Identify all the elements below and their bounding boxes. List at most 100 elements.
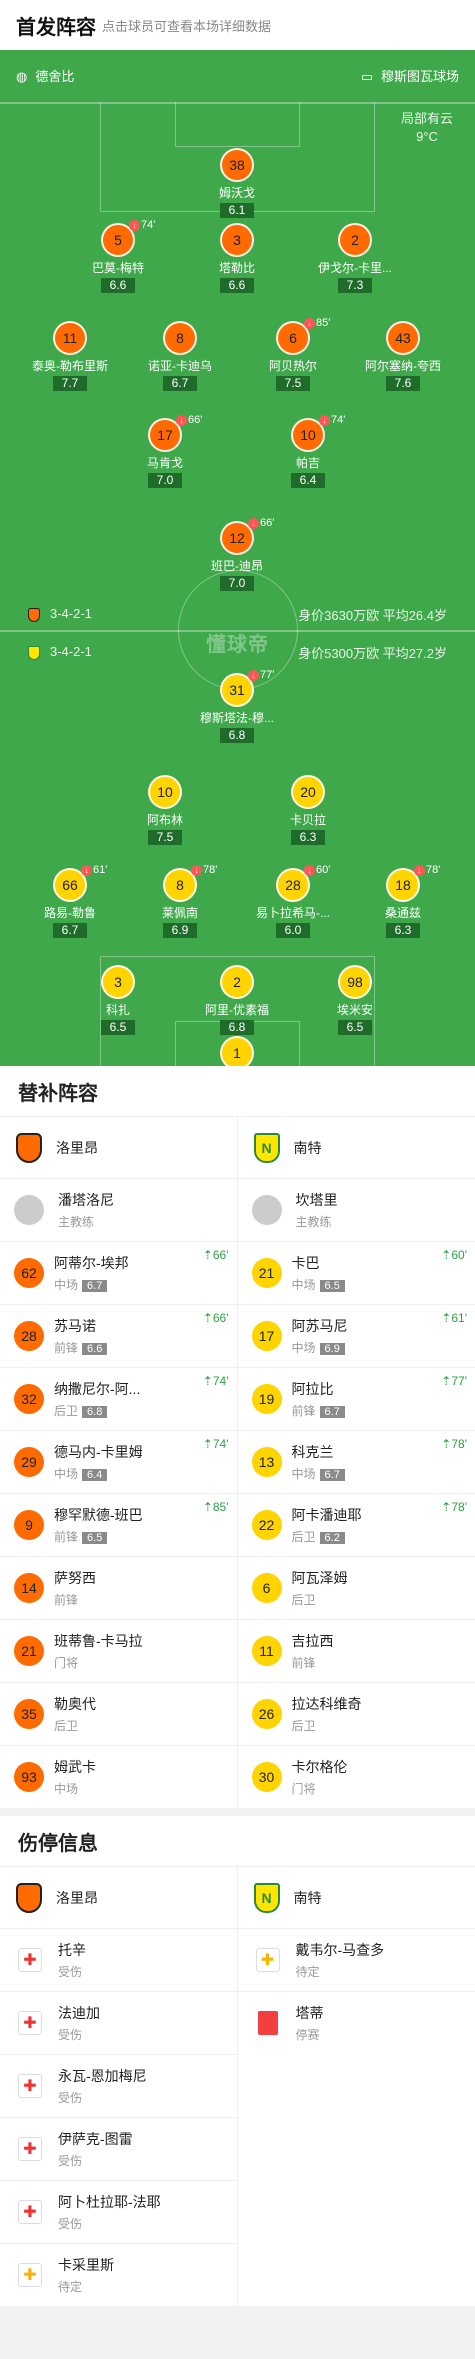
sub-player-row[interactable]: 14 萨努西 前锋 bbox=[0, 1556, 237, 1619]
pitch: ◍ 德舍比 ▭ 穆斯图瓦球场 局部有云 9°C 3-4-2-1 身价3630万欧 平… bbox=[0, 50, 475, 1066]
sub-player-row[interactable]: 11 吉拉西 前锋 bbox=[237, 1619, 475, 1682]
player-rating: 7.3 bbox=[338, 278, 372, 293]
player-name: 戴韦尔-马查多 bbox=[295, 1942, 385, 1958]
home-player[interactable]: 43 阿尔塞纳-夸西 7.6 bbox=[348, 321, 458, 392]
player-name: 帕吉 bbox=[295, 456, 320, 470]
stadium-label: 穆斯图瓦球场 bbox=[380, 68, 459, 84]
sub-player-row[interactable]: 13 科克兰 中场 6.7 ⇡78' bbox=[237, 1430, 475, 1493]
injury-row[interactable]: ✚ 永瓦-恩加梅尼 受伤 bbox=[0, 2054, 237, 2117]
player-rating: 7.5 bbox=[276, 376, 310, 391]
sub-in-event: ⇡85' bbox=[202, 1500, 229, 1514]
player-rating: 6.1 bbox=[220, 203, 254, 218]
jersey-number: 14 bbox=[14, 1573, 44, 1603]
sub-player-row[interactable]: 19 阿拉比 前锋 6.7 ⇡77' bbox=[237, 1367, 475, 1430]
sub-player-row[interactable]: 62 阿蒂尔-埃邦 中场 6.7 ⇡66' bbox=[0, 1241, 237, 1304]
player-name: 莱佩南 bbox=[161, 906, 198, 920]
sub-player-row[interactable]: 93 姆武卡 中场 bbox=[0, 1745, 237, 1808]
jersey-number: 21 bbox=[14, 1636, 44, 1666]
injury-row[interactable]: ✚ 托辛 受伤 bbox=[0, 1928, 237, 1991]
player-name: 科扎 bbox=[105, 1003, 130, 1017]
player-position: 后卫 bbox=[54, 1719, 79, 1733]
away-player[interactable]: 28 易卜拉希马-... 6.0 ↓ 60' bbox=[238, 864, 348, 939]
player-rating: 7.6 bbox=[386, 376, 420, 391]
avatar bbox=[251, 1195, 282, 1225]
home-player[interactable]: 17 马肯戈 7.0 ↓ 66' bbox=[110, 414, 220, 489]
injury-row[interactable]: 塔蒂 停赛 bbox=[237, 1991, 475, 2054]
subs-title: 替补阵容 bbox=[0, 1066, 475, 1116]
home-player[interactable]: 8 诺亚-卡迪乌 6.7 bbox=[125, 321, 235, 392]
home-coach[interactable]: 潘塔洛尼 主教练 bbox=[0, 1178, 237, 1241]
sub-player-row[interactable]: 9 穆罕默德-班巴 前锋 6.5 ⇡85' bbox=[0, 1493, 237, 1556]
injury-row[interactable]: ✚ 卡采里斯 待定 bbox=[0, 2243, 237, 2306]
home-player[interactable]: 12 班巴-迪昂 7.0 ↓ 66' bbox=[182, 517, 292, 592]
home-player[interactable]: 11 泰奥-勒布里斯 7.7 bbox=[15, 321, 125, 392]
coach-name: 潘塔洛尼 bbox=[58, 1192, 114, 1208]
sub-player-row[interactable]: 21 卡巴 中场 6.5 ⇡60' bbox=[237, 1241, 475, 1304]
player-rating: 6.5 bbox=[338, 1020, 372, 1035]
away-player[interactable]: 3 科扎 6.5 bbox=[63, 965, 173, 1036]
player-name: 埃米安 bbox=[336, 1003, 373, 1017]
player-name: 纳撒尼尔-阿... bbox=[54, 1381, 141, 1397]
home-player[interactable]: 38 姆沃戈 6.1 bbox=[182, 148, 292, 219]
sub-player-row[interactable]: 32 纳撒尼尔-阿... 后卫 6.8 ⇡74' bbox=[0, 1367, 237, 1430]
home-player[interactable]: 10 帕吉 6.4 ↓ 74' bbox=[253, 414, 363, 489]
sub-player-row[interactable]: 26 拉达科维奇 后卫 bbox=[237, 1682, 475, 1745]
home-formation: 3-4-2-1 bbox=[50, 606, 92, 622]
player-rating: 6.5 bbox=[319, 1280, 345, 1292]
away-player[interactable]: 1安东尼-洛佩斯6.1 bbox=[182, 1036, 292, 1066]
injury-row[interactable]: ✚ 戴韦尔-马查多 待定 bbox=[237, 1928, 475, 1991]
team-name: 南特 bbox=[293, 1889, 322, 1906]
sub-player-row[interactable]: 22 阿卡潘迪耶 后卫 6.2 ⇡78' bbox=[237, 1493, 475, 1556]
player-rating: 6.9 bbox=[319, 1343, 345, 1355]
away-player[interactable]: 18 桑通兹 6.3 ↓ 78' bbox=[348, 864, 458, 939]
home-value: 身价3630万欧 平均26.4岁 bbox=[298, 607, 447, 623]
player-name: 桑通兹 bbox=[384, 906, 421, 920]
player-name: 塔勒比 bbox=[218, 261, 255, 275]
away-player[interactable]: 98 埃米安 6.5 bbox=[300, 965, 410, 1036]
sub-player-row[interactable]: 35 勒奥代 后卫 bbox=[0, 1682, 237, 1745]
sub-player-row[interactable]: 28 苏马诺 前锋 6.6 ⇡66' bbox=[0, 1304, 237, 1367]
away-player[interactable]: 10 阿布林 7.5 bbox=[110, 775, 220, 846]
injury-status: 待定 bbox=[58, 2280, 83, 2294]
player-rating: 6.4 bbox=[291, 473, 325, 488]
weather: 局部有云 9°C bbox=[401, 110, 453, 146]
home-player[interactable]: 5 巴莫-梅特 6.6 ↓ 74' bbox=[63, 219, 173, 294]
sub-player-row[interactable]: 29 德马内-卡里姆 中场 6.4 ⇡74' bbox=[0, 1430, 237, 1493]
away-player[interactable]: 2 阿里-优素福 6.8 bbox=[182, 965, 292, 1036]
avatar bbox=[14, 1195, 44, 1225]
player-rating: 6.7 bbox=[163, 376, 197, 391]
player-name: 萨努西 bbox=[54, 1570, 96, 1586]
jersey-number: 35 bbox=[14, 1699, 44, 1729]
player-name: 阿苏马尼 bbox=[291, 1318, 348, 1334]
player-rating: 6.4 bbox=[82, 1469, 108, 1481]
sub-player-row[interactable]: 17 阿苏马尼 中场 6.9 ⇡61' bbox=[237, 1304, 475, 1367]
injury-row[interactable]: ✚ 伊萨克-图雷 受伤 bbox=[0, 2117, 237, 2180]
home-player[interactable]: 3 塔勒比 6.6 bbox=[182, 223, 292, 294]
injury-row[interactable]: ✚ 法迪加 受伤 bbox=[0, 1991, 237, 2054]
player-rating: 6.8 bbox=[220, 1020, 254, 1035]
coach-role: 主教练 bbox=[58, 1215, 95, 1229]
sub-player-row[interactable]: 30 卡尔格伦 门将 bbox=[237, 1745, 475, 1808]
away-player[interactable]: 20 卡贝拉 6.3 bbox=[253, 775, 363, 846]
away-player[interactable]: 31 穆斯塔法-穆... 6.8 ↓ 77' bbox=[182, 669, 292, 744]
home-player[interactable]: 2 伊戈尔-卡里... 7.3 bbox=[300, 223, 410, 294]
sub-event: ↓ 78' bbox=[414, 864, 440, 876]
jersey-number: 1 bbox=[220, 1036, 254, 1066]
away-player[interactable]: 8 莱佩南 6.9 ↓ 78' bbox=[125, 864, 235, 939]
away-info-row: 3-4-2-1 身价5300万欧 平均27.2岁 bbox=[0, 640, 475, 664]
sub-player-row[interactable]: 21 班蒂鲁-卡马拉 门将 bbox=[0, 1619, 237, 1682]
away-player[interactable]: 66 路易-勒鲁 6.7 ↓ 61' bbox=[15, 864, 125, 939]
home-player[interactable]: 6 阿贝热尔 7.5 ↓ 85' bbox=[238, 317, 348, 392]
sub-out-icon: ↓ bbox=[191, 864, 202, 876]
sub-player-row[interactable]: 6 阿瓦泽姆 后卫 bbox=[237, 1556, 475, 1619]
sub-in-event: ⇡78' bbox=[441, 1500, 467, 1514]
away-coach[interactable]: 坎塔里 主教练 bbox=[237, 1178, 475, 1241]
injury-status: 受伤 bbox=[58, 2217, 83, 2231]
jersey-number: 26 bbox=[251, 1699, 282, 1729]
player-name: 法迪加 bbox=[58, 2005, 100, 2021]
sub-in-event: ⇡77' bbox=[441, 1374, 467, 1388]
injury-row[interactable]: ✚ 阿卜杜拉耶-法耶 受伤 bbox=[0, 2180, 237, 2243]
player-name: 穆斯塔法-穆... bbox=[200, 711, 274, 725]
player-position: 中场 bbox=[291, 1341, 316, 1355]
sub-event: ↓ 66' bbox=[248, 517, 274, 529]
